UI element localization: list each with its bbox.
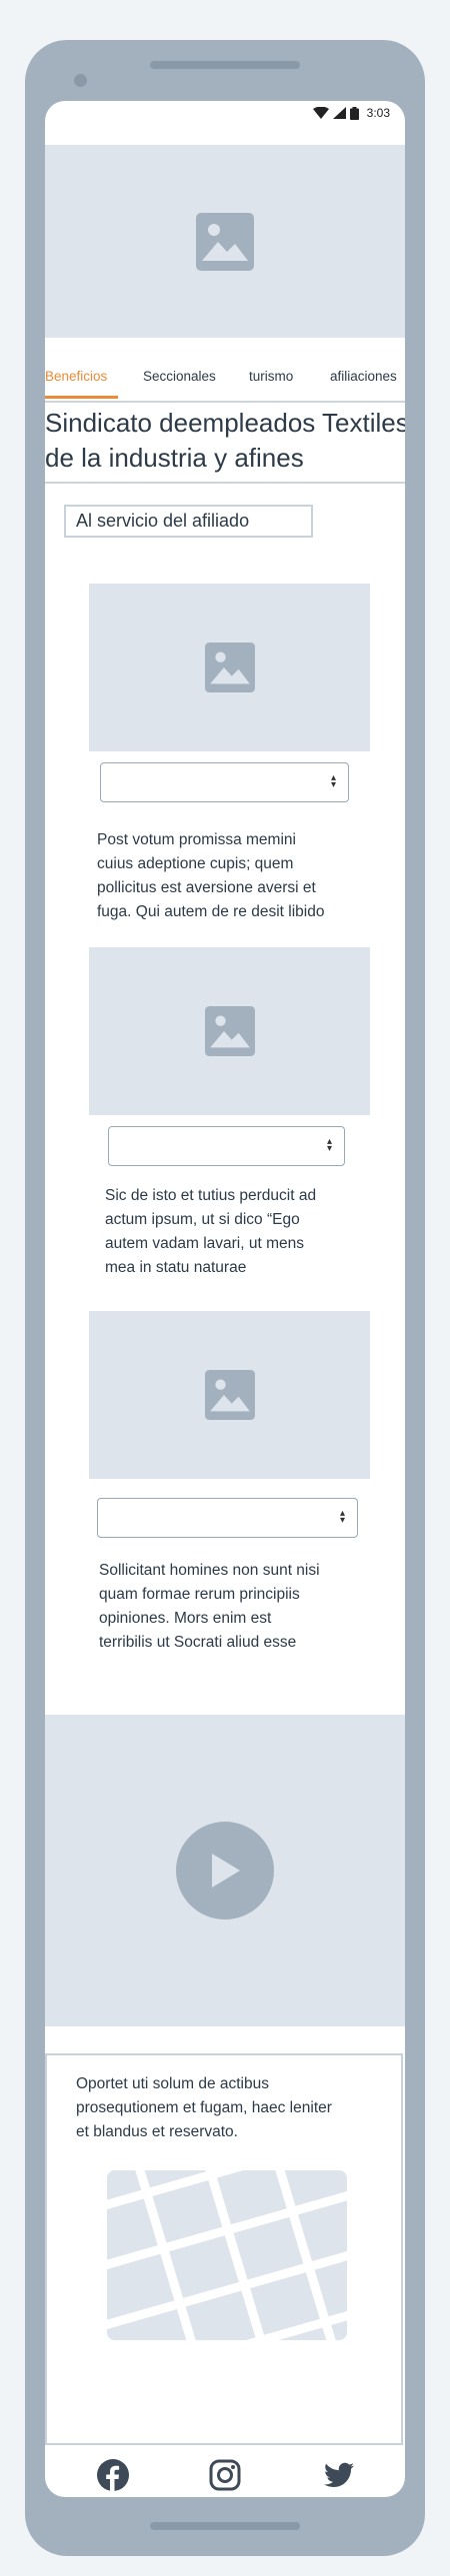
card-text-line: quam formae rerum principiis — [99, 1586, 300, 1603]
page-title: Sindicato deempleados Textiles de la ind… — [45, 406, 405, 476]
card-text-line: Post votum promissa memini — [97, 831, 296, 848]
card-text-line: terribilis ut Socrati aliud esse — [99, 1634, 297, 1651]
image-placeholder-icon — [204, 643, 255, 692]
contact-text-line: et blandus et reservato. — [76, 2123, 238, 2140]
status-bar: 3:03 — [45, 101, 405, 125]
card-text-line: opiniones. Mors enim est — [99, 1610, 272, 1627]
tab-turismo[interactable]: turismo — [249, 369, 293, 384]
tab-seccionales[interactable]: Seccionales — [143, 369, 216, 384]
page-title-line-1: Sindicato deempleados Textiles — [45, 408, 405, 438]
map-icon — [107, 2170, 347, 2340]
card-select[interactable]: ▴ ▾ — [108, 1126, 345, 1166]
title-divider — [45, 482, 405, 484]
map-placeholder[interactable] — [107, 2170, 347, 2340]
facebook-icon[interactable] — [97, 2459, 129, 2491]
hero-image — [45, 145, 405, 338]
twitter-icon[interactable] — [323, 2459, 355, 2491]
play-icon — [212, 1854, 240, 1888]
signal-icon — [332, 107, 346, 119]
card-text-line: pollicitus est aversione aversi et — [97, 879, 316, 896]
card-select[interactable]: ▴ ▾ — [97, 1498, 358, 1538]
active-tab-indicator — [45, 396, 118, 399]
card-image — [89, 1311, 370, 1479]
instagram-icon[interactable] — [209, 2459, 241, 2491]
video-player[interactable] — [45, 1715, 405, 2026]
phone-camera — [74, 74, 87, 87]
card-image — [89, 947, 370, 1115]
status-icons: 3:03 — [312, 106, 390, 120]
image-placeholder-icon — [204, 1006, 255, 1056]
tab-bar: Beneficios Seccionales turismo afiliacio… — [45, 367, 405, 403]
card-text-line: Sic de isto et tutius perducit ad — [105, 1187, 317, 1204]
tab-beneficios[interactable]: Beneficios — [45, 369, 107, 384]
tab-afiliaciones[interactable]: afiliaciones — [330, 369, 397, 384]
phone-speaker — [150, 61, 300, 69]
card-text-line: actum ipsum, ut si dico “Ego — [105, 1211, 300, 1228]
card-text-line: mea in statu naturae — [105, 1259, 247, 1276]
card-image — [89, 584, 370, 751]
home-indicator[interactable] — [150, 2522, 300, 2530]
select-arrows-icon: ▴ ▾ — [326, 1136, 332, 1154]
play-button[interactable] — [176, 1822, 274, 1920]
select-arrows-icon: ▴ ▾ — [339, 1508, 345, 1526]
contact-text: Oportet uti solum de actibus proseqution… — [76, 2072, 332, 2144]
status-time: 3:03 — [366, 106, 390, 120]
card-description: Sollicitant homines non sunt nisi quam f… — [99, 1559, 320, 1655]
select-arrows-icon: ▴ ▾ — [330, 772, 336, 790]
contact-text-line: prosequtionem et fugam, haec leniter — [76, 2099, 332, 2116]
card-text-line: Sollicitant homines non sunt nisi — [99, 1562, 320, 1579]
wifi-icon — [312, 107, 329, 119]
app-screen: 3:03 Beneficios Seccionales turismo afil… — [45, 101, 405, 2497]
contact-section: Oportet uti solum de actibus proseqution… — [45, 2053, 403, 2445]
image-placeholder-icon — [196, 212, 254, 271]
image-placeholder-icon — [204, 1370, 255, 1420]
card-select[interactable]: ▴ ▾ — [100, 762, 349, 802]
battery-icon — [349, 106, 359, 120]
card-description: Sic de isto et tutius perducit ad actum … — [105, 1184, 316, 1280]
contact-text-line: Oportet uti solum de actibus — [76, 2075, 269, 2092]
card-text-line: cuius adeptione cupis; quem — [97, 855, 294, 872]
subtitle-box: Al servicio del afiliado — [64, 505, 313, 538]
card-description: Post votum promissa memini cuius adeptio… — [97, 828, 324, 924]
card-text-line: autem vadam lavari, ut mens — [105, 1235, 305, 1252]
card-text-line: fuga. Qui autem de re desit libido — [97, 903, 325, 920]
page-title-line-2: de la industria y afines — [45, 443, 304, 473]
